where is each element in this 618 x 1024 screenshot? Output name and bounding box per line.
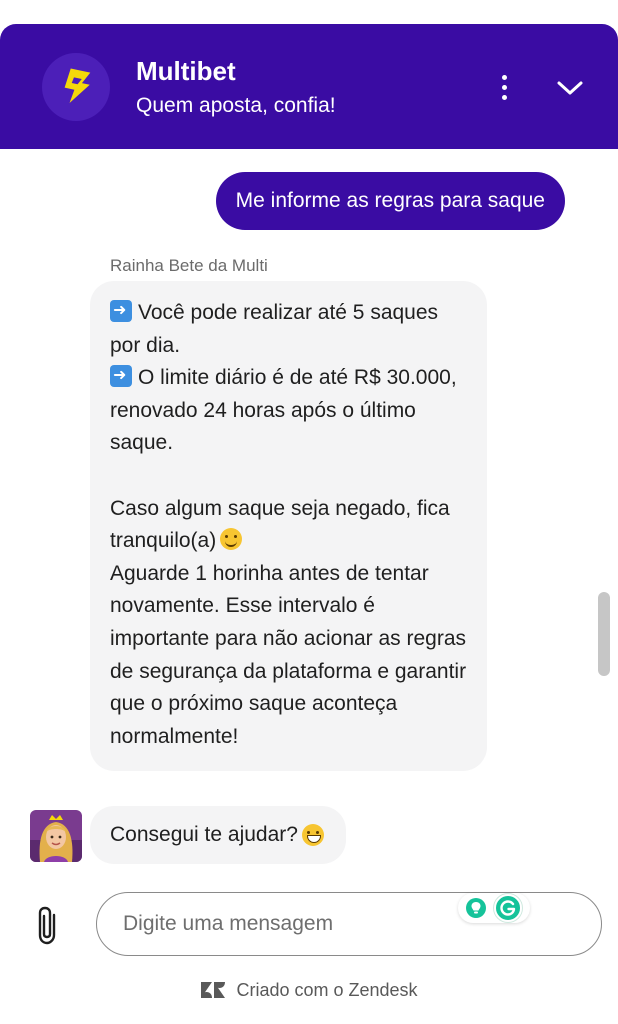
writing-assistant-icons	[458, 893, 530, 923]
bot-message-line: O limite diário é de até R$ 30.000, reno…	[110, 362, 469, 460]
more-options-button[interactable]	[490, 69, 518, 105]
grinning-face-emoji-icon	[301, 824, 324, 846]
arrow-right-emoji-icon	[110, 300, 132, 322]
zendesk-logo-icon	[201, 982, 226, 998]
top-spacer	[0, 0, 618, 24]
brand-title: Multibet	[136, 56, 236, 86]
paperclip-icon	[38, 906, 56, 945]
user-message-bubble: Me informe as regras para saque	[215, 172, 565, 230]
message-composer	[0, 875, 618, 965]
bot-message-line: Aguarde 1 horinha antes de tentar novame…	[110, 561, 467, 748]
chevron-down-icon	[557, 81, 583, 95]
footer-text: Criado com o Zendesk	[236, 979, 418, 1000]
bot-followup-bubble: Consegui te ajudar?	[90, 806, 346, 864]
message-list[interactable]: Me informe as regras para saque Rainha B…	[0, 149, 618, 875]
smiling-face-emoji-icon	[220, 528, 243, 551]
lightning-logo-icon	[64, 68, 91, 104]
grammarly-icon[interactable]	[494, 894, 522, 922]
lightbulb-icon[interactable]	[466, 898, 486, 918]
chat-header: Multibet Quem aposta, confia!	[0, 24, 618, 149]
chat-widget: Multibet Quem aposta, confia! Me informe…	[0, 0, 618, 1024]
bot-message-line: Você pode realizar até 5 saques por dia.	[110, 297, 469, 362]
agent-name: Rainha Bete da Multi	[110, 256, 268, 275]
attach-file-button[interactable]	[34, 905, 64, 947]
bot-message-bubble: Você pode realizar até 5 saques por dia.…	[90, 281, 487, 772]
kebab-icon	[501, 74, 507, 80]
scrollbar-thumb[interactable]	[598, 592, 610, 676]
multibet-logo	[42, 53, 110, 121]
arrow-right-emoji-icon	[110, 365, 132, 388]
powered-by-footer[interactable]: Criado com o Zendesk	[0, 965, 618, 1015]
minimize-button[interactable]	[550, 70, 590, 106]
brand-tagline: Quem aposta, confia!	[136, 94, 336, 117]
agent-avatar	[30, 810, 82, 862]
queen-avatar-icon	[30, 810, 82, 862]
bot-message-line: Caso algum saque seja negado, fica tranq…	[110, 496, 450, 553]
